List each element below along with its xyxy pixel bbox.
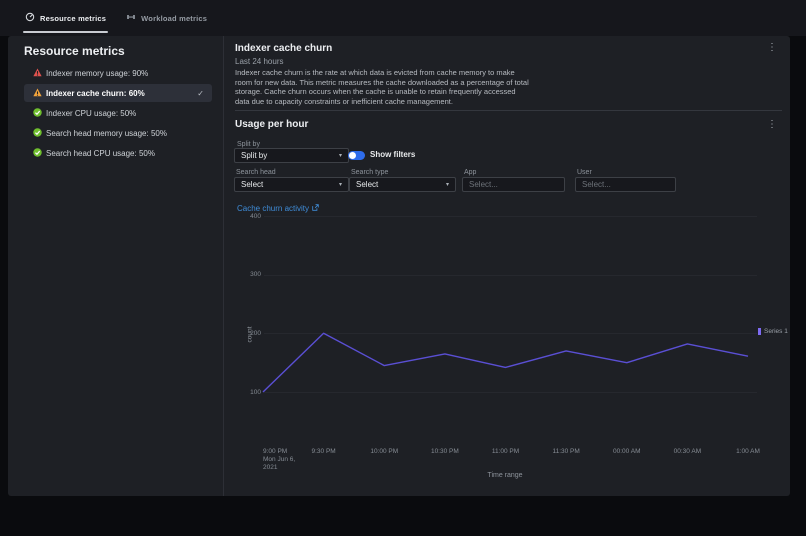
show-filters-toggle[interactable] [348,151,365,160]
y-tick-label: 200 [238,330,261,337]
x-tick-label: 11:30 PM [541,448,591,456]
kebab-menu-icon[interactable]: ⋮ [767,120,777,130]
split-by-select[interactable]: Split by ▾ [234,148,349,163]
gridline [264,392,757,393]
sidebar-title: Resource metrics [24,44,125,58]
tab-label: Resource metrics [40,14,106,23]
x-tick-label: 9:30 PM [299,448,349,456]
tab-workload-metrics[interactable]: Workload metrics [126,0,207,36]
sidebar-item-label: Indexer cache churn: 60% [46,89,145,98]
chart-legend: Series 1 [758,328,788,335]
content-panel: Resource metrics Indexer memory usage: 9… [8,36,790,496]
success-icon [33,108,42,119]
success-icon [33,128,42,139]
section-divider [235,110,782,111]
main-content: Indexer cache churn ⋮ Last 24 hours Inde… [224,36,790,496]
filter-label: User [577,169,592,176]
top-tab-bar: Resource metrics Workload metrics [0,0,806,36]
sidebar-item-label: Indexer CPU usage: 50% [46,109,136,118]
select-value: Select [356,180,446,189]
external-link-icon [312,204,319,213]
check-icon: ✓ [197,89,204,98]
y-tick-label: 400 [238,213,261,220]
select-value: Select [241,180,339,189]
x-tick-label: 1:00 AM [723,448,773,456]
sidebar-item[interactable]: Search head CPU usage: 50% [24,144,212,162]
filter-label: App [464,169,476,176]
y-tick-label: 100 [238,389,261,396]
filter-label: Search head [236,169,276,176]
sidebar-item-label: Search head memory usage: 50% [46,129,167,138]
x-tick-label: 10:00 PM [359,448,409,456]
x-axis-title: Time range [455,472,555,479]
split-by-value: Split by [241,151,339,160]
resource-metrics-sidebar: Resource metrics Indexer memory usage: 9… [8,36,223,496]
split-by-label: Split by [237,141,260,148]
kebab-menu-icon[interactable]: ⋮ [767,43,777,53]
section-title: Usage per hour [235,119,308,130]
warning-icon [33,88,42,99]
user-input[interactable] [575,177,676,192]
sidebar-item[interactable]: Indexer CPU usage: 50% [24,104,212,122]
success-icon [33,148,42,159]
chevron-down-icon: ▾ [339,152,342,159]
sidebar-item-label: Search head CPU usage: 50% [46,149,155,158]
monitoring-dashboard: Resource metrics Workload metrics Resour… [0,0,806,536]
app-input[interactable] [462,177,565,192]
sidebar-item-label: Indexer memory usage: 90% [46,69,148,78]
x-tick-label: 10:30 PM [420,448,470,456]
critical-icon [33,68,42,79]
x-tick-label: 00:30 AM [662,448,712,456]
workload-icon [126,9,136,27]
x-tick-label: 11:00 PM [481,448,531,456]
chevron-down-icon: ▾ [339,181,342,188]
time-range-subtitle: Last 24 hours [235,57,283,66]
chevron-down-icon: ▾ [446,181,449,188]
search-type-select[interactable]: Select▾ [349,177,456,192]
gauge-icon [25,9,35,27]
page-title: Indexer cache churn [235,43,332,54]
series-line [263,216,748,392]
sidebar-item[interactable]: Search head memory usage: 50% [24,124,212,142]
legend-series-name: Series 1 [764,328,788,335]
legend-swatch [758,328,761,335]
tab-label: Workload metrics [141,14,207,23]
sidebar-item[interactable]: Indexer cache churn: 60% ✓ [24,84,212,102]
x-tick-label: 00:00 AM [602,448,652,456]
sidebar-item[interactable]: Indexer memory usage: 90% [24,64,212,82]
filter-label: Search type [351,169,388,176]
search-head-select[interactable]: Select▾ [234,177,349,192]
toggle-knob [349,152,356,159]
y-tick-label: 300 [238,271,261,278]
additional-resources-row[interactable]: › Additional resources [0,497,806,536]
metric-description: Indexer cache churn is the rate at which… [235,68,531,106]
tab-resource-metrics[interactable]: Resource metrics [25,0,106,36]
show-filters-label: Show filters [370,150,415,159]
